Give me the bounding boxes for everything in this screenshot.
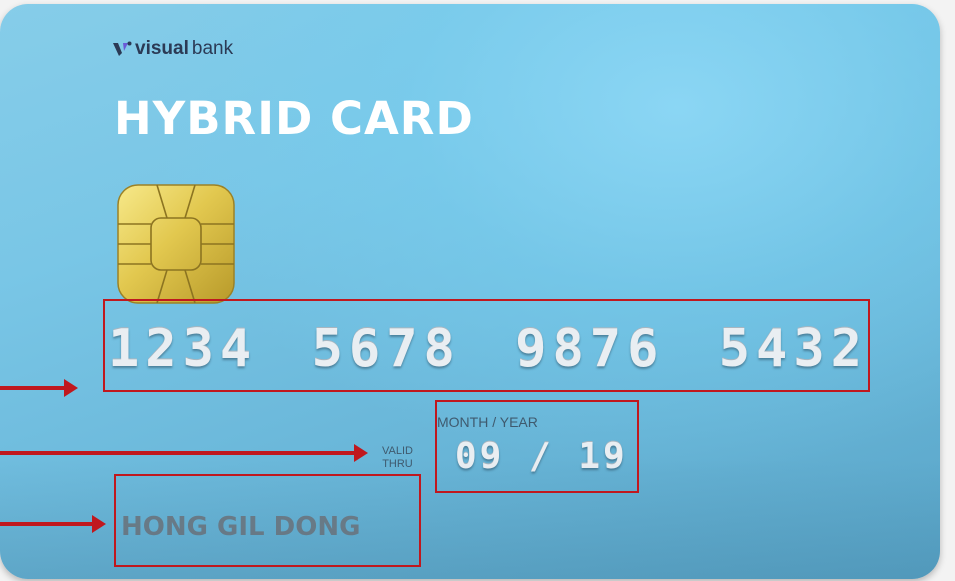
arrow-right-icon [0,379,78,397]
brand-name-light: bank [191,38,234,59]
card-number-highlight-box [103,299,870,392]
valid-thru-label: VALID THRU [382,445,413,471]
card-title: HYBRID CARD [114,92,474,145]
brand-logo: visual bank [112,38,233,60]
valid-label-line1: VALID [382,445,413,457]
arrow-right-icon [0,444,368,462]
valid-label-line2: THRU [382,458,413,470]
expiry-highlight-box [435,400,639,493]
cardholder-name-highlight-box [114,474,421,567]
stage: visual bank HYBRID CARD 1234 5678 9876 5… [0,0,955,581]
brand-name-bold: visual [135,38,189,59]
arrow-right-icon [0,515,106,533]
emv-chip-icon [117,184,235,304]
v-logo-icon [113,41,132,56]
